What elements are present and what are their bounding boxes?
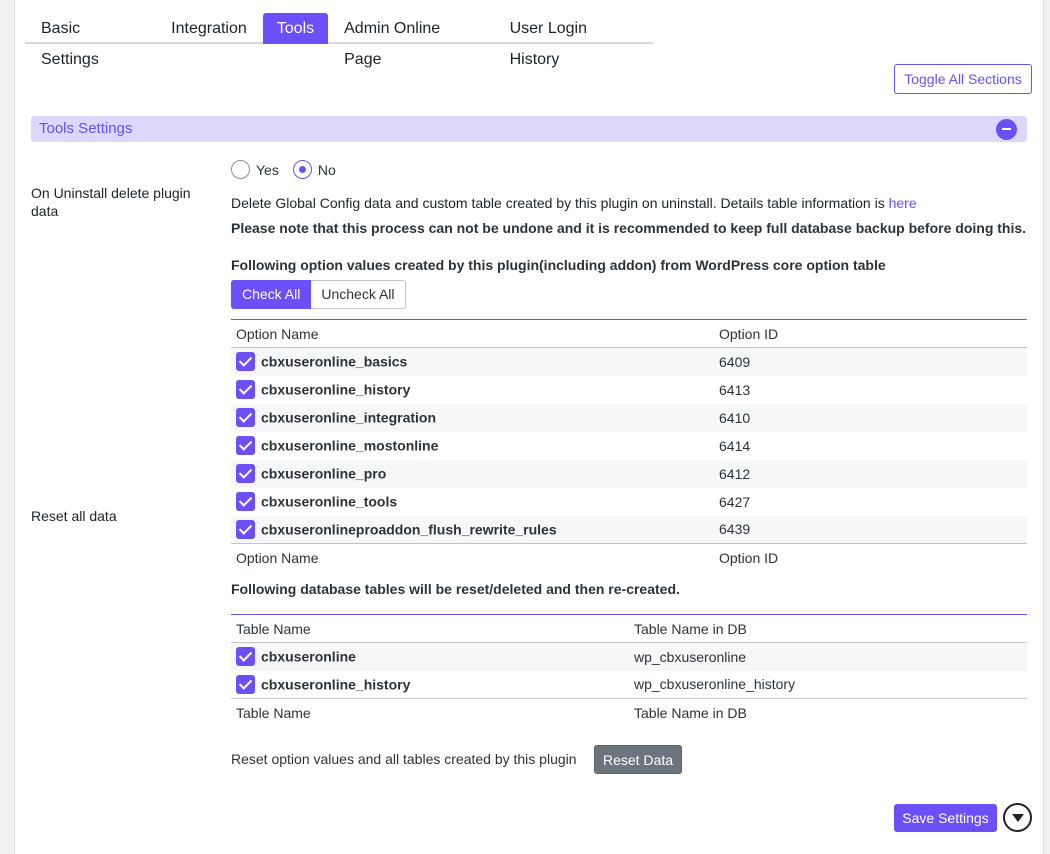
toggle-all-sections-button[interactable]: Toggle All Sections: [894, 64, 1032, 94]
reset-data-button[interactable]: Reset Data: [594, 745, 682, 774]
uninstall-warning: Please note that this process can not be…: [231, 220, 1027, 236]
option-name: cbxuseronline_basics: [261, 353, 408, 370]
option-name: cbxuseronline_tools: [261, 493, 398, 510]
option-id: 6412: [719, 465, 751, 482]
option-id: 6427: [719, 493, 751, 510]
table-checkbox[interactable]: [236, 647, 255, 667]
column-header: Option ID: [714, 319, 1027, 348]
tables-heading: Following database tables will be reset/…: [231, 581, 680, 597]
table-row: cbxuseronline_pro 6412: [231, 459, 1027, 488]
option-name: cbxuseronline_integration: [261, 409, 437, 426]
column-footer: Table Name: [231, 698, 629, 727]
table-db-name: wp_cbxuseronline: [634, 648, 747, 665]
table-row: cbxuseronline_mostonline 6414: [231, 432, 1027, 460]
uninstall-radio-group: Yes No: [231, 160, 350, 179]
table-row: cbxuseronline_tools 6427: [231, 488, 1027, 516]
column-header: Table Name: [231, 614, 629, 643]
section-header[interactable]: Tools Settings: [31, 116, 1027, 142]
option-checkbox[interactable]: [236, 436, 255, 455]
options-table: Option Name Option ID cbxuseronline_basi…: [231, 319, 1027, 572]
option-name: cbxuseronline_mostonline: [261, 437, 439, 454]
option-name: cbxuseronlineproaddon_flush_rewrite_rule…: [261, 521, 557, 538]
table-row: cbxuseronline_history wp_cbxuseronline_h…: [231, 670, 1027, 699]
column-footer: Option Name: [231, 543, 714, 572]
radio-no-label: No: [317, 161, 336, 178]
option-checkbox[interactable]: [236, 408, 255, 427]
radio-no[interactable]: [292, 160, 312, 179]
option-checkbox[interactable]: [236, 492, 255, 511]
reset-label: Reset all data: [31, 508, 117, 524]
tab-integration[interactable]: Integration: [155, 13, 263, 44]
tab-user-login-history[interactable]: User Login History: [494, 13, 653, 68]
tab-bar: Basic Settings Integration Tools Admin O…: [25, 13, 653, 68]
check-all-button[interactable]: Check All: [231, 280, 312, 309]
section-title: Tools Settings: [39, 120, 133, 137]
table-name: cbxuseronline_history: [261, 676, 411, 693]
tab-admin-online-page[interactable]: Admin Online Page: [328, 13, 493, 68]
option-id: 6439: [719, 521, 751, 538]
option-checkbox[interactable]: [236, 352, 255, 372]
table-name: cbxuseronline: [261, 648, 356, 665]
db-tables-table: Table Name Table Name in DB cbxuseronlin…: [231, 614, 1027, 727]
reset-description: Reset option values and all tables creat…: [231, 751, 577, 767]
option-name: cbxuseronline_history: [261, 381, 411, 398]
table-row: cbxuseronline_integration 6410: [231, 403, 1027, 432]
option-name: cbxuseronline_pro: [261, 465, 387, 482]
uninstall-description-text: Delete Global Config data and custom tab…: [231, 195, 889, 211]
option-checkbox[interactable]: [236, 519, 255, 539]
save-settings-button[interactable]: Save Settings: [894, 804, 997, 832]
column-footer: Option ID: [714, 543, 1027, 572]
radio-yes[interactable]: [231, 160, 250, 179]
option-checkbox[interactable]: [236, 380, 255, 399]
column-header: Table Name in DB: [629, 614, 1027, 643]
option-id: 6409: [719, 353, 751, 370]
options-heading: Following option values created by this …: [231, 257, 886, 273]
tab-basic-settings[interactable]: Basic Settings: [25, 13, 155, 68]
column-footer: Table Name in DB: [629, 698, 1027, 727]
collapse-section-icon[interactable]: [996, 119, 1017, 140]
check-button-group: Check All Uncheck All: [231, 280, 406, 309]
uninstall-description: Delete Global Config data and custom tab…: [231, 195, 917, 211]
table-row: cbxuseronlineproaddon_flush_rewrite_rule…: [231, 515, 1027, 544]
uncheck-all-button[interactable]: Uncheck All: [311, 280, 406, 309]
option-id: 6410: [719, 409, 751, 426]
table-row: cbxuseronline wp_cbxuseronline: [231, 642, 1027, 671]
option-id: 6414: [719, 437, 751, 454]
table-db-name: wp_cbxuseronline_history: [634, 676, 796, 693]
option-id: 6413: [719, 381, 751, 398]
table-row: cbxuseronline_history 6413: [231, 376, 1027, 404]
column-header: Option Name: [231, 319, 714, 348]
option-checkbox[interactable]: [236, 464, 255, 483]
details-link[interactable]: here: [889, 195, 917, 211]
radio-yes-label: Yes: [256, 161, 279, 178]
table-checkbox[interactable]: [236, 674, 255, 694]
tab-tools[interactable]: Tools: [262, 13, 329, 44]
table-row: cbxuseronline_basics 6409: [231, 347, 1027, 376]
scroll-down-icon[interactable]: [1003, 803, 1032, 832]
uninstall-label: On Uninstall delete plugin data: [31, 185, 191, 219]
